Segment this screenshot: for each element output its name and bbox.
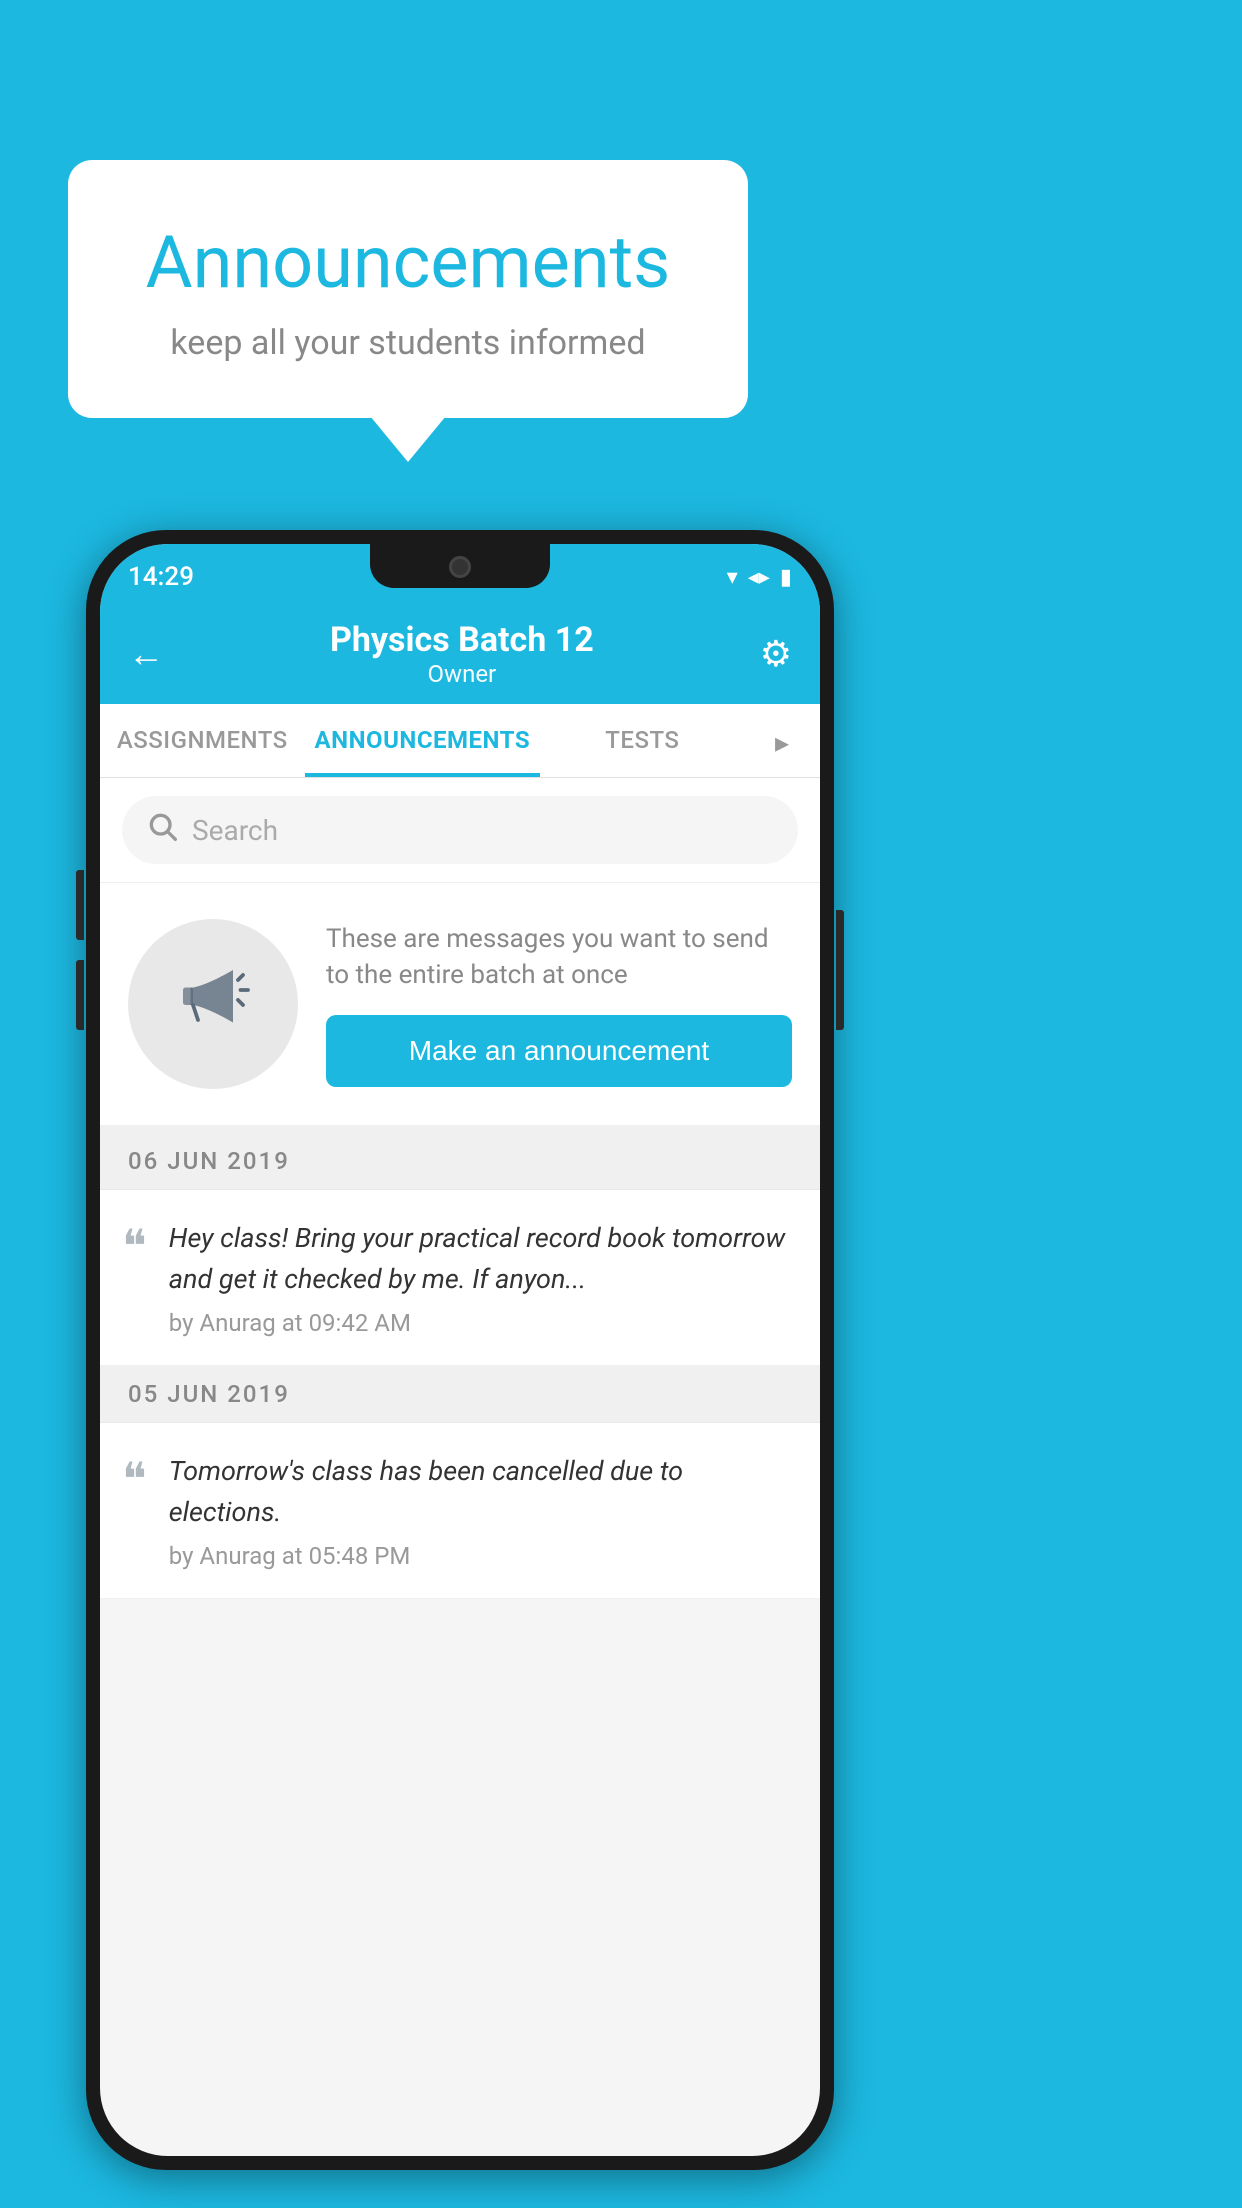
tab-more[interactable]: ▸ <box>745 704 820 777</box>
back-button[interactable]: ← <box>128 633 164 675</box>
megaphone-icon <box>173 955 253 1053</box>
search-container: Search <box>100 778 820 883</box>
phone-screen: 14:29 ▾ ◂▸ ▮ ← Physics Batch 12 Owner ⚙ <box>100 544 820 2156</box>
phone-notch <box>370 544 550 588</box>
phone-outer: 14:29 ▾ ◂▸ ▮ ← Physics Batch 12 Owner ⚙ <box>86 530 834 2170</box>
promo-description: These are messages you want to send to t… <box>326 921 792 994</box>
tabs-container: ASSIGNMENTS ANNOUNCEMENTS TESTS ▸ <box>100 704 820 778</box>
content-area: Search <box>100 778 820 1599</box>
header-center: Physics Batch 12 Owner <box>330 620 594 688</box>
date-separator-1: 06 JUN 2019 <box>100 1133 820 1190</box>
date-separator-2: 05 JUN 2019 <box>100 1366 820 1423</box>
app-header: ← Physics Batch 12 Owner ⚙ <box>100 602 820 704</box>
make-announcement-button[interactable]: Make an announcement <box>326 1015 792 1087</box>
speech-bubble: Announcements keep all your students inf… <box>68 160 748 418</box>
tab-announcements[interactable]: ANNOUNCEMENTS <box>305 704 541 777</box>
header-subtitle: Owner <box>330 660 594 688</box>
announcement-item-1[interactable]: ❝ Hey class! Bring your practical record… <box>100 1190 820 1366</box>
search-placeholder: Search <box>192 814 278 847</box>
bubble-subtitle: keep all your students informed <box>118 323 698 363</box>
promo-right: These are messages you want to send to t… <box>326 921 792 1088</box>
header-title: Physics Batch 12 <box>330 620 594 660</box>
search-bar[interactable]: Search <box>122 796 798 864</box>
tab-assignments[interactable]: ASSIGNMENTS <box>100 704 305 777</box>
promo-section: These are messages you want to send to t… <box>100 883 820 1133</box>
battery-icon: ▮ <box>780 565 792 590</box>
announcement-content-1: Hey class! Bring your practical record b… <box>169 1218 798 1337</box>
quote-icon-2: ❝ <box>122 1457 147 1503</box>
announcement-text-2: Tomorrow's class has been cancelled due … <box>169 1451 798 1532</box>
power-button[interactable] <box>836 910 844 1030</box>
announcement-text-1: Hey class! Bring your practical record b… <box>169 1218 798 1299</box>
announcement-item-2[interactable]: ❝ Tomorrow's class has been cancelled du… <box>100 1423 820 1599</box>
announcement-content-2: Tomorrow's class has been cancelled due … <box>169 1451 798 1570</box>
settings-icon[interactable]: ⚙ <box>760 633 792 675</box>
speech-bubble-container: Announcements keep all your students inf… <box>68 160 748 418</box>
quote-icon-1: ❝ <box>122 1224 147 1270</box>
volume-up-button[interactable] <box>76 870 84 940</box>
search-icon <box>146 810 178 850</box>
signal-icon: ◂▸ <box>748 565 770 590</box>
phone-wrapper: 14:29 ▾ ◂▸ ▮ ← Physics Batch 12 Owner ⚙ <box>86 530 834 2170</box>
bubble-title: Announcements <box>118 220 698 305</box>
status-icons: ▾ ◂▸ ▮ <box>727 565 792 590</box>
tab-tests[interactable]: TESTS <box>540 704 745 777</box>
announcement-meta-2: by Anurag at 05:48 PM <box>169 1542 798 1570</box>
wifi-icon: ▾ <box>727 565 738 590</box>
megaphone-circle <box>128 919 298 1089</box>
status-time: 14:29 <box>128 562 194 592</box>
volume-down-button[interactable] <box>76 960 84 1030</box>
front-camera <box>449 556 471 578</box>
announcement-meta-1: by Anurag at 09:42 AM <box>169 1309 798 1337</box>
